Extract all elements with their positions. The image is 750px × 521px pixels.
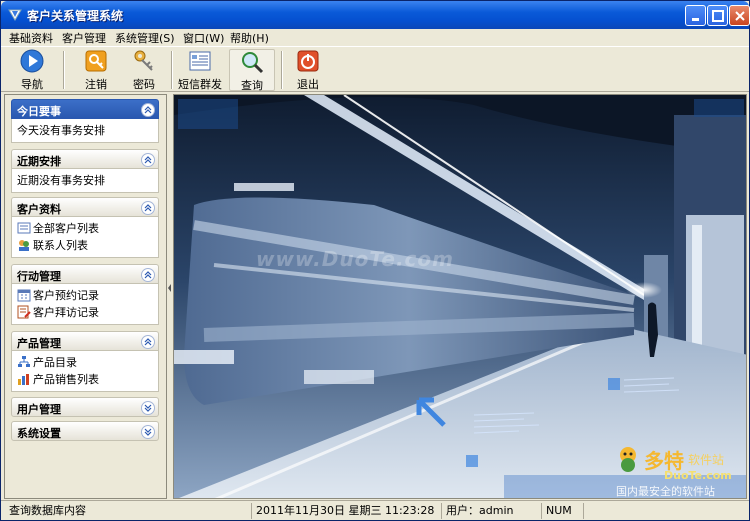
logout-button[interactable]: 注销	[73, 49, 119, 91]
brand-site: DuoTe.com	[664, 469, 732, 482]
status-panel-empty	[583, 503, 623, 519]
sidebar-item-product-sales[interactable]: 产品销售列表	[17, 371, 153, 388]
group-users: 用户管理	[11, 397, 159, 417]
group-products: 产品管理 产品目录 产品销售列表	[11, 331, 159, 392]
toolbar: 导航 注销 密码 短信群发 查询 退出	[1, 46, 749, 92]
toolbar-separator	[281, 51, 283, 89]
key-icon	[85, 50, 107, 72]
edit-record-icon	[17, 305, 31, 319]
collapse-icon[interactable]	[141, 103, 155, 117]
toolbar-separator	[171, 51, 173, 89]
status-bar: 查询数据库内容 2011年11月30日 星期三 11:23:28 用户：admi…	[1, 500, 749, 520]
group-body-actions: 客户预约记录 客户拜访记录	[11, 284, 159, 325]
group-header-products[interactable]: 产品管理	[11, 331, 159, 351]
nav-button[interactable]: 导航	[9, 49, 55, 91]
collapse-arrow-icon	[168, 284, 171, 292]
contacts-icon	[19, 240, 29, 251]
app-icon	[8, 9, 22, 21]
app-window: 客户关系管理系统 基础资料 客户管理 系统管理(S) 窗口(W) 帮助(H) 导…	[0, 0, 750, 521]
expand-icon[interactable]	[141, 425, 155, 439]
calendar-icon	[17, 289, 31, 302]
sidebar-item-product-catalog[interactable]: 产品目录	[17, 354, 153, 371]
status-datetime: 2011年11月30日 星期三 11:23:28	[251, 503, 439, 519]
play-icon	[20, 49, 44, 73]
hierarchy-icon	[18, 356, 30, 367]
power-icon	[297, 50, 319, 72]
close-icon	[735, 11, 745, 21]
toolbar-separator	[63, 51, 65, 89]
collapse-icon[interactable]	[141, 268, 155, 282]
keys-icon	[134, 50, 153, 71]
title-bar[interactable]: 客户关系管理系统	[1, 1, 750, 29]
close-button[interactable]	[729, 5, 750, 26]
group-customers: 客户资料 全部客户列表 联系人列表	[11, 197, 159, 258]
group-header-users[interactable]: 用户管理	[11, 397, 159, 417]
watermark-url: www.DuoTe.com	[256, 247, 454, 271]
sidebar-item-contacts[interactable]: 联系人列表	[17, 237, 153, 254]
brand-suffix: 软件站	[688, 453, 725, 467]
subway-station-picture	[174, 95, 746, 498]
customer-list-icon	[17, 222, 31, 234]
status-message: 查询数据库内容	[9, 504, 86, 517]
document-list-icon	[189, 51, 211, 71]
menu-window[interactable]: 窗口(W)	[183, 30, 224, 46]
duote-logo: 多特 软件站 DuoTe.com 国内最安全的软件站	[614, 445, 746, 498]
sidebar: 今日要事 今天没有事务安排 近期安排 近期没有事务安排 客户资料 全部客户列表 …	[4, 94, 167, 499]
bar-chart-icon	[18, 374, 29, 385]
group-header-recent[interactable]: 近期安排	[11, 149, 159, 169]
sms-button[interactable]: 短信群发	[175, 49, 225, 91]
today-text: 今天没有事务安排	[17, 124, 105, 137]
main-background-image: www.DuoTe.com 多特 软件站 DuoTe.com 国内最安全的软件站	[173, 94, 747, 499]
menu-basic-data[interactable]: 基础资料	[9, 30, 53, 46]
window-title: 客户关系管理系统	[27, 9, 124, 23]
recent-text: 近期没有事务安排	[17, 174, 105, 187]
sidebar-item-all-customers[interactable]: 全部客户列表	[17, 220, 153, 237]
brand-slogan: 国内最安全的软件站	[616, 485, 715, 498]
group-recent: 近期安排 近期没有事务安排	[11, 149, 159, 193]
group-header-settings[interactable]: 系统设置	[11, 421, 159, 441]
collapse-icon[interactable]	[141, 153, 155, 167]
minimize-icon	[692, 18, 699, 21]
sidebar-item-visits[interactable]: 客户拜访记录	[17, 304, 153, 321]
minimize-button[interactable]	[685, 5, 706, 26]
password-button[interactable]: 密码	[121, 49, 167, 91]
menu-system[interactable]: 系统管理(S)	[115, 30, 175, 46]
group-actions: 行动管理 客户预约记录 客户拜访记录	[11, 264, 159, 325]
status-user: 用户：admin	[441, 503, 537, 519]
menu-help[interactable]: 帮助(H)	[230, 30, 269, 46]
maximize-button[interactable]	[707, 5, 728, 26]
maximize-icon	[712, 10, 724, 22]
menu-customer[interactable]: 客户管理	[62, 30, 106, 46]
magnifier-icon	[242, 52, 264, 74]
expand-icon[interactable]	[141, 401, 155, 415]
group-body-products: 产品目录 产品销售列表	[11, 351, 159, 392]
collapse-icon[interactable]	[141, 335, 155, 349]
exit-button[interactable]: 退出	[285, 49, 331, 91]
group-header-today[interactable]: 今日要事	[11, 99, 159, 119]
menu-bar: 基础资料 客户管理 系统管理(S) 窗口(W) 帮助(H)	[1, 29, 749, 46]
status-num: NUM	[541, 503, 581, 519]
group-body-customers: 全部客户列表 联系人列表	[11, 217, 159, 258]
collapse-icon[interactable]	[141, 201, 155, 215]
group-body-recent: 近期没有事务安排	[11, 169, 159, 193]
group-body-today: 今天没有事务安排	[11, 119, 159, 143]
group-today: 今日要事 今天没有事务安排	[11, 99, 159, 143]
group-settings: 系统设置	[11, 421, 159, 441]
duote-mascot-icon	[620, 447, 636, 472]
group-header-actions[interactable]: 行动管理	[11, 264, 159, 284]
sidebar-item-appointments[interactable]: 客户预约记录	[17, 287, 153, 304]
group-header-customers[interactable]: 客户资料	[11, 197, 159, 217]
query-button[interactable]: 查询	[229, 49, 275, 92]
